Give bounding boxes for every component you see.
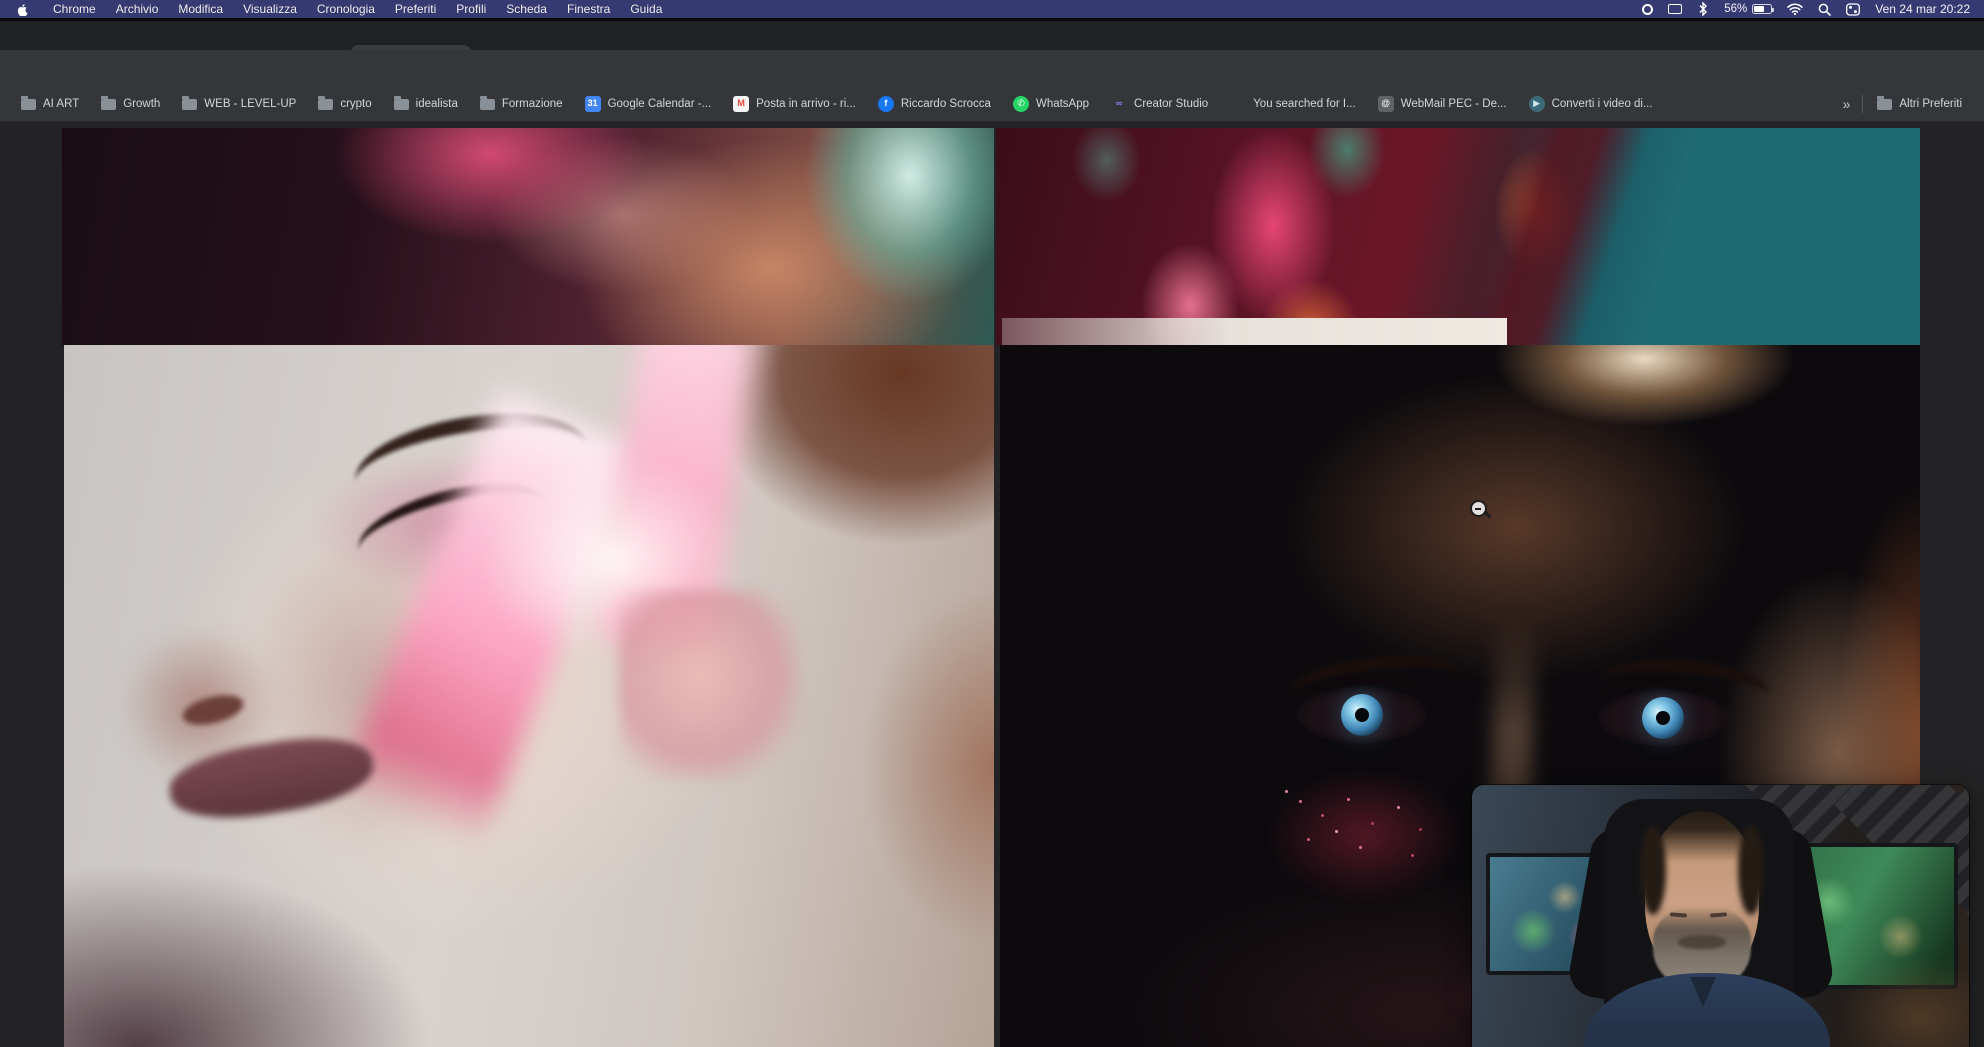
ear: [619, 590, 799, 780]
menu-item[interactable]: Visualizza: [233, 2, 307, 16]
webcam-overlay: [1472, 785, 1969, 1047]
bookmark-item[interactable]: M Posta in arrivo - ri...: [722, 96, 867, 112]
bookmark-item[interactable]: f Riccardo Scrocca: [867, 96, 1002, 112]
bookmark-item[interactable]: ▶ Converti i video di...: [1518, 96, 1664, 112]
bookmark-favicon: f: [878, 96, 894, 112]
bookmark-label: WEB - LEVEL-UP: [204, 98, 296, 110]
display-icon[interactable]: [1668, 4, 1682, 14]
bookmark-item[interactable]: crypto: [307, 97, 382, 110]
bookmark-item[interactable]: ✆ WhatsApp: [1002, 96, 1100, 112]
bookmark-favicon: [480, 99, 495, 110]
favicon-glyph: f: [884, 99, 887, 108]
bookmark-item[interactable]: You searched for I...: [1219, 96, 1367, 112]
abstract-red-band: [1426, 128, 1656, 345]
other-bookmarks-label: Altri Preferiti: [1899, 98, 1962, 110]
bookmark-items: AI ART Growth WEB - LEVEL-UP crypto: [10, 96, 1664, 112]
bookmark-label: Posta in arrivo - ri...: [756, 98, 856, 110]
bookmark-label: Growth: [123, 98, 160, 110]
wifi-icon[interactable]: [1787, 3, 1803, 15]
bookmark-label: WebMail PEC - De...: [1401, 98, 1507, 110]
battery-indicator[interactable]: 56%: [1724, 3, 1772, 15]
battery-icon: [1752, 4, 1772, 14]
menu-bar-clock[interactable]: Ven 24 mar 20:22: [1875, 2, 1970, 16]
warm-light-glow: [1839, 957, 1969, 1047]
bluetooth-icon[interactable]: [1697, 2, 1709, 16]
bookmark-item[interactable]: idealista: [383, 97, 469, 110]
favicon-glyph: ∞: [1116, 99, 1122, 108]
bookmark-label: Riccardo Scrocca: [901, 98, 991, 110]
menu-item[interactable]: Archivio: [106, 2, 169, 16]
bookmark-favicon: ✆: [1013, 96, 1029, 112]
bookmark-favicon: @: [1378, 96, 1394, 112]
menu-item[interactable]: Finestra: [557, 2, 620, 16]
bookmarks-overflow-chevron[interactable]: »: [1843, 96, 1851, 112]
bookmark-label: Creator Studio: [1134, 98, 1208, 110]
menu-item[interactable]: Modifica: [168, 2, 233, 16]
bookmark-favicon: [182, 99, 197, 110]
bookmarks-bar-right: » Altri Preferiti: [1843, 95, 1964, 113]
zoom-out-cursor-icon: [1470, 500, 1487, 517]
menu-item[interactable]: Guida: [620, 2, 672, 16]
bookmark-favicon: M: [733, 96, 749, 112]
presenter-hair: [1640, 825, 1666, 915]
grid-image-bottom-left-portrait: [64, 345, 994, 1047]
macos-menu-bar: ChromeArchivioModificaVisualizzaCronolog…: [0, 0, 1984, 18]
screen: ChromeArchivioModificaVisualizzaCronolog…: [0, 0, 1984, 1047]
chrome-toolbar: cdn.discordapp.com/attachments/101351233…: [0, 50, 1984, 86]
favicon-glyph: 31: [588, 99, 598, 108]
menu-item[interactable]: Preferiti: [385, 2, 446, 16]
bookmark-item[interactable]: ∞ Creator Studio: [1100, 96, 1219, 112]
bookmark-favicon: [1230, 96, 1246, 112]
bookmark-favicon: [394, 99, 409, 110]
bookmark-label: Formazione: [502, 98, 563, 110]
bookmark-favicon: [101, 99, 116, 110]
folder-icon: [1877, 99, 1892, 110]
bookmark-item[interactable]: AI ART: [10, 97, 90, 110]
grid-image-top-left: [62, 128, 994, 345]
bookmark-item[interactable]: Growth: [90, 97, 171, 110]
favicon-glyph: ✆: [1017, 99, 1025, 108]
bookmark-label: crypto: [340, 98, 371, 110]
bookmarks-bar: AI ART Growth WEB - LEVEL-UP crypto: [0, 86, 1984, 122]
bookmark-label: You searched for I...: [1253, 98, 1356, 110]
bookmark-label: Converti i video di...: [1552, 98, 1653, 110]
bookmark-favicon: ∞: [1111, 96, 1127, 112]
bookmark-favicon: [21, 99, 36, 110]
chrome-tab-bar: (2762) Discord | @Midjourney ✕ MRregista…: [0, 21, 1984, 50]
bookmark-item[interactable]: Formazione: [469, 97, 574, 110]
bookmark-favicon: [318, 99, 333, 110]
apple-menu-icon[interactable]: [16, 3, 29, 16]
other-bookmarks-button[interactable]: Altri Preferiti: [1875, 97, 1964, 110]
menu-bar-status-area: 56% Ven 24 mar 20:22: [1642, 2, 1970, 16]
bookmark-label: idealista: [416, 98, 458, 110]
glitter-patch: [1272, 773, 1457, 898]
bookmark-label: AI ART: [43, 98, 79, 110]
glitter-sparkles: [1285, 790, 1288, 793]
favicon-glyph: ▶: [1533, 99, 1540, 108]
bookmarks-divider: [1862, 95, 1863, 113]
menu-item[interactable]: Scheda: [496, 2, 557, 16]
record-ring-icon[interactable]: [1642, 4, 1653, 15]
grid-image-top-right: [996, 128, 1920, 345]
bookmark-label: WhatsApp: [1036, 98, 1089, 110]
presenter-hair: [1738, 825, 1764, 915]
grid-white-gap: [1002, 318, 1507, 345]
menu-item[interactable]: Cronologia: [307, 2, 385, 16]
bookmark-item[interactable]: WEB - LEVEL-UP: [171, 97, 307, 110]
battery-percent: 56%: [1724, 3, 1747, 15]
control-center-icon[interactable]: [1846, 3, 1860, 16]
menu-item[interactable]: Chrome: [43, 2, 106, 16]
bookmark-item[interactable]: 31 Google Calendar -...: [574, 96, 723, 112]
favicon-glyph: @: [1381, 99, 1390, 108]
menu-item[interactable]: Profili: [446, 2, 496, 16]
bookmark-label: Google Calendar -...: [608, 98, 712, 110]
presenter-mustache: [1678, 935, 1726, 949]
spotlight-search-icon[interactable]: [1818, 3, 1831, 16]
bookmark-favicon: ▶: [1529, 96, 1545, 112]
favicon-glyph: M: [737, 99, 745, 108]
bookmark-item[interactable]: @ WebMail PEC - De...: [1367, 96, 1518, 112]
menu-items: ChromeArchivioModificaVisualizzaCronolog…: [43, 2, 672, 16]
bookmark-favicon: 31: [585, 96, 601, 112]
